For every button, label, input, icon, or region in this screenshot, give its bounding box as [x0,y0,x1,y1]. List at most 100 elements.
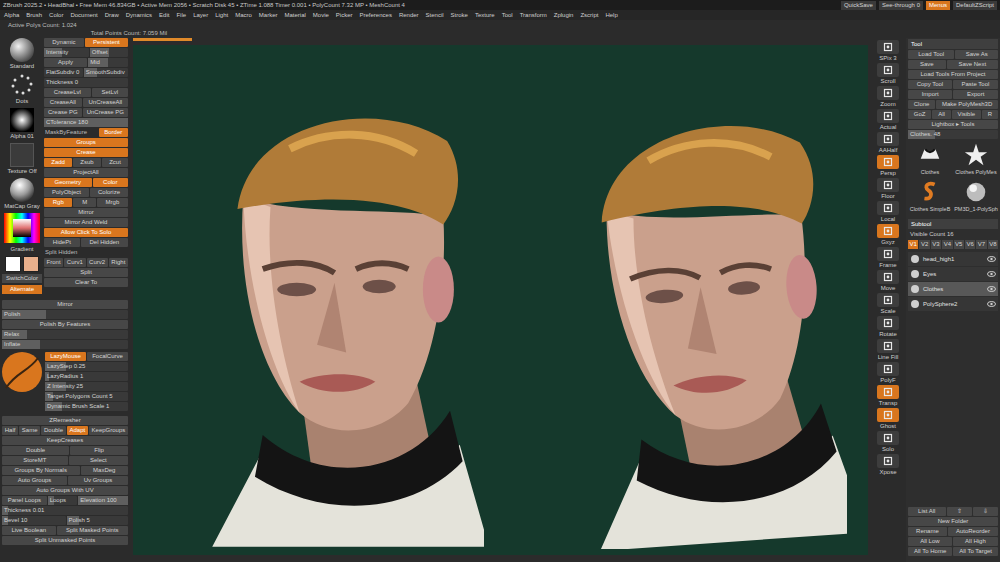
menu-item[interactable]: Transform [520,10,547,20]
thumb[interactable]: Standard [10,38,34,71]
toggle-button[interactable]: Save [908,60,946,69]
slider-track[interactable]: CTolerance 180 [44,118,128,127]
menu-item[interactable]: Movie [313,10,329,20]
menu-item[interactable]: Dynamics [126,10,152,20]
title-button[interactable]: Menus [926,1,950,10]
toggle-button[interactable]: StoreMT [2,456,68,465]
toggle-button[interactable]: AutoReorder [948,527,998,536]
slider-track[interactable]: LazyStep 0.25 [45,362,128,371]
thumb[interactable]: Alpha 01 [10,108,34,141]
toggle-button[interactable]: CreaseLvl [44,88,91,97]
menu-item[interactable]: Zplugin [554,10,574,20]
toggle-button[interactable]: List All [908,507,946,516]
shelf-icon[interactable] [877,155,899,169]
toggle-button[interactable]: Persistent [85,38,128,47]
toggle-button[interactable]: Clear To [44,278,128,287]
menu-item[interactable]: Tool [502,10,513,20]
menu-item[interactable]: Marker [259,10,278,20]
document-canvas[interactable] [133,45,868,555]
toggle-button[interactable]: Geometry [44,178,92,187]
toggle-button[interactable]: Uv Groups [68,476,128,485]
toggle-button[interactable]: All To Target [953,547,998,556]
toggle-button[interactable]: Save As [955,50,998,59]
menu-item[interactable]: Color [49,10,63,20]
subtool-item[interactable]: Eyes [908,267,998,281]
subtool-item[interactable]: head_high1 [908,252,998,266]
toggle-button[interactable]: M [73,198,95,207]
shelf-button[interactable]: Move [877,270,899,292]
toggle-button[interactable]: All High [953,537,998,546]
toggle-button[interactable]: Colorize [90,188,128,197]
toggle-button[interactable]: Auto Groups With UV [2,486,128,495]
toggle-button[interactable]: Copy Tool [908,80,952,89]
title-button[interactable]: DefaultZScript [953,1,997,10]
slider-track[interactable]: Intensity [44,48,89,57]
toggle-button[interactable]: Zcut [102,158,128,167]
shelf-button[interactable]: Local [877,201,899,223]
slider-track[interactable]: Offset [90,48,128,57]
version-tab[interactable]: V2 [919,240,929,249]
menu-item[interactable]: Stencil [426,10,444,20]
shelf-icon[interactable] [877,431,899,445]
tool-thumb[interactable]: Clothes PolyMes [954,142,998,177]
toggle-button[interactable]: HidePt [44,238,80,247]
shelf-button[interactable]: Ghost [877,408,899,430]
tool-header[interactable]: Tool [908,39,998,49]
slider-track[interactable]: Thickness 0 [44,78,128,87]
toggle-button[interactable]: SetLvl [92,88,128,97]
shelf-icon[interactable] [877,224,899,238]
toggle-button[interactable]: Curv2 [87,258,108,267]
slider-track[interactable]: Elevation 100 [78,496,128,505]
toggle-button[interactable]: LazyMouse [45,352,86,361]
menu-item[interactable]: Texture [475,10,495,20]
shelf-icon[interactable] [877,293,899,307]
toggle-button[interactable]: KeepCreases [2,436,128,445]
curve-editor[interactable] [2,352,42,392]
toggle-button[interactable]: Make PolyMesh3D [936,100,998,109]
slider-track[interactable]: Clothes. 48 [908,130,998,139]
toggle-button[interactable]: PolyObject [44,188,89,197]
version-tab[interactable]: V5 [954,240,964,249]
color-button[interactable]: SwitchColor [2,274,42,283]
toggle-button[interactable]: Zsub [73,158,101,167]
toggle-button[interactable]: Crease [44,148,128,157]
toggle-button[interactable]: Lightbox ▸ Tools [908,120,998,129]
thumb[interactable]: Texture Off [7,143,36,176]
toggle-button[interactable]: FocalCurve [87,352,128,361]
slider-track[interactable]: Inflate [2,340,128,349]
toggle-button[interactable]: New Folder [908,517,998,526]
toggle-button[interactable]: Curv1 [64,258,85,267]
toggle-button[interactable]: Import [908,90,952,99]
shelf-icon[interactable] [877,270,899,284]
toggle-button[interactable]: Flip [70,446,128,455]
shelf-button[interactable]: Transp [877,385,899,407]
toggle-button[interactable]: CreaseAll [44,98,82,107]
toggle-button[interactable]: Same [19,426,40,435]
menu-item[interactable]: Alpha [4,10,19,20]
shelf-button[interactable]: Floor [877,178,899,200]
saturation-square[interactable] [13,219,31,237]
toggle-button[interactable]: ⇩ [973,507,998,516]
toggle-button[interactable]: All Low [908,537,952,546]
version-tab[interactable]: V7 [976,240,986,249]
title-button[interactable]: QuickSave [841,1,876,10]
toggle-button[interactable]: Del Hidden [81,238,128,247]
shelf-button[interactable]: Zoom [877,86,899,108]
shelf-icon[interactable] [877,201,899,215]
menu-item[interactable]: Material [285,10,306,20]
menu-item[interactable]: Macro [235,10,252,20]
menu-item[interactable]: Render [399,10,419,20]
shelf-button[interactable]: AAHalf [877,132,899,154]
color-picker[interactable] [4,213,40,243]
slider-track[interactable]: Thickness 0.01 [2,506,128,515]
toggle-button[interactable]: Select [69,456,128,465]
toggle-button[interactable]: Double [2,446,69,455]
toggle-button[interactable]: Clone [908,100,935,109]
thumb[interactable]: Dots [10,73,34,106]
shelf-button[interactable]: PolyF [877,362,899,384]
toggle-button[interactable]: All [932,110,950,119]
subtool-item[interactable]: PolySphere2 [908,297,998,311]
menu-item[interactable]: Edit [159,10,169,20]
toggle-button[interactable]: Apply [44,58,87,67]
shelf-button[interactable]: Persp [877,155,899,177]
